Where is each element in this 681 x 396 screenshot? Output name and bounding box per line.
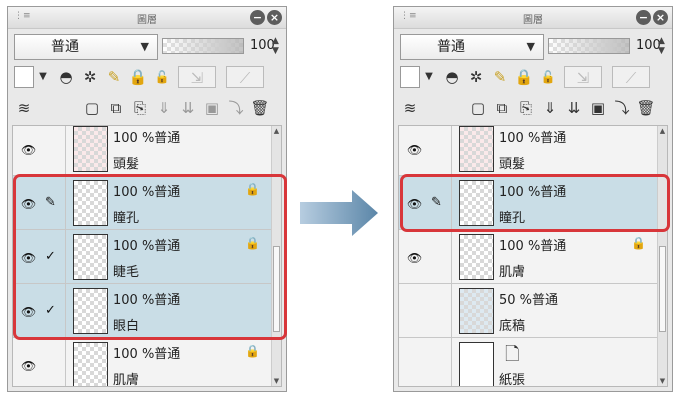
layer-name: 頭髮 bbox=[113, 157, 140, 172]
merge-down-icon[interactable]: ⇊ bbox=[564, 97, 584, 119]
opacity-slider[interactable] bbox=[162, 38, 244, 54]
layer-info: 100 %普通 bbox=[113, 131, 181, 146]
scrollbar[interactable]: ▲ ▼ bbox=[657, 126, 667, 386]
scrollbar-thumb[interactable] bbox=[659, 246, 666, 332]
lock-layer-icon[interactable]: 🔒 bbox=[514, 66, 534, 88]
arrow-right-icon bbox=[300, 190, 378, 236]
lock-icon: 🔒 bbox=[631, 236, 646, 250]
selection-highlight-before bbox=[13, 174, 287, 340]
minimize-icon[interactable]: − bbox=[250, 10, 265, 25]
scroll-up-icon[interactable]: ▲ bbox=[658, 126, 667, 136]
mask-enable-icon[interactable]: ⇲ bbox=[178, 66, 216, 88]
layer-row[interactable]: 50 %普通 底稿 bbox=[399, 284, 658, 338]
blend-mode-select[interactable]: 普通 ▼ bbox=[14, 34, 158, 60]
scroll-up-icon[interactable]: ▲ bbox=[272, 126, 281, 136]
visibility-eye-icon[interactable]: 👁 bbox=[407, 251, 422, 265]
panel-titlebar: ⋮≡ 圖層 − × bbox=[394, 7, 672, 29]
scroll-down-icon[interactable]: ▼ bbox=[658, 376, 667, 386]
layer-name: 紙張 bbox=[499, 373, 526, 387]
opacity-spinner-icon[interactable]: ▲ ▼ bbox=[272, 36, 279, 56]
lock-transparency-icon[interactable]: 🔓 bbox=[152, 66, 172, 88]
layer-name: 頭髮 bbox=[499, 157, 526, 172]
mask-icon[interactable]: ▣ bbox=[202, 97, 222, 119]
chevron-down-icon[interactable]: ▼ bbox=[36, 66, 50, 88]
scroll-down-icon[interactable]: ▼ bbox=[272, 376, 281, 386]
draft-layer-icon[interactable]: ✎ bbox=[104, 66, 124, 88]
layer-row[interactable]: 🗋 紙張 bbox=[399, 338, 658, 387]
new-vector-layer-icon[interactable]: ⧉ bbox=[492, 97, 512, 119]
panel-title: 圖層 bbox=[523, 15, 543, 26]
layer-row[interactable]: 👁 100 %普通 頭髮 bbox=[13, 126, 272, 176]
new-raster-layer-icon[interactable]: ▢ bbox=[468, 97, 488, 119]
blend-mode-value: 普通 bbox=[51, 39, 79, 55]
layer-row[interactable]: 👁 100 %普通 肌膚 🔒 bbox=[13, 338, 272, 387]
close-icon[interactable]: × bbox=[653, 10, 668, 25]
mask-icon[interactable]: ▣ bbox=[588, 97, 608, 119]
layer-name: 肌膚 bbox=[113, 373, 140, 387]
chevron-down-icon[interactable]: ▼ bbox=[422, 66, 436, 88]
apply-mask-icon[interactable]: ⤵ bbox=[612, 97, 632, 119]
lock-transparency-icon[interactable]: 🔓 bbox=[538, 66, 558, 88]
layer-color-swatch[interactable] bbox=[400, 66, 420, 88]
clip-layer-icon[interactable]: ◓ bbox=[56, 66, 76, 88]
minimize-icon[interactable]: − bbox=[636, 10, 651, 25]
close-icon[interactable]: × bbox=[267, 10, 282, 25]
clip-layer-icon[interactable]: ◓ bbox=[442, 66, 462, 88]
paper-icon: 🗋 bbox=[505, 344, 520, 365]
layer-list[interactable]: 👁 100 %普通 頭髮 👁 ✎ 100 %普通 瞳孔 👁 100 %普通 肌膚… bbox=[398, 125, 668, 387]
blend-mode-value: 普通 bbox=[437, 39, 465, 55]
lock-layer-icon[interactable]: 🔒 bbox=[128, 66, 148, 88]
draft-layer-icon[interactable]: ✎ bbox=[490, 66, 510, 88]
chevron-down-icon: ▼ bbox=[140, 40, 149, 53]
trash-icon[interactable]: 🗑 bbox=[250, 97, 270, 119]
blend-mode-select[interactable]: 普通 ▼ bbox=[400, 34, 544, 60]
layer-color-swatch[interactable] bbox=[14, 66, 34, 88]
chevron-down-icon: ▼ bbox=[526, 40, 535, 53]
layer-name: 底稿 bbox=[499, 319, 526, 334]
mask-enable-icon[interactable]: ⇲ bbox=[564, 66, 602, 88]
transfer-down-icon[interactable]: ⇓ bbox=[154, 97, 174, 119]
new-raster-layer-icon[interactable]: ▢ bbox=[82, 97, 102, 119]
reference-layer-icon[interactable]: ✲ bbox=[466, 66, 486, 88]
layer-info: 100 %普通 bbox=[499, 131, 567, 146]
layer-info: 100 %普通 bbox=[113, 347, 181, 362]
mask-ruler-icon[interactable]: ⟋ bbox=[226, 66, 264, 88]
layer-info: 50 %普通 bbox=[499, 293, 559, 308]
layer-stack-icon[interactable]: ≋ bbox=[400, 97, 420, 119]
layer-name: 肌膚 bbox=[499, 265, 526, 280]
visibility-eye-icon[interactable]: 👁 bbox=[21, 359, 36, 373]
layer-thumbnail bbox=[459, 342, 494, 386]
layer-info: 100 %普通 bbox=[499, 239, 567, 254]
layer-thumbnail bbox=[459, 288, 494, 334]
visibility-eye-icon[interactable]: 👁 bbox=[407, 143, 422, 157]
mask-ruler-icon[interactable]: ⟋ bbox=[612, 66, 650, 88]
trash-icon[interactable]: 🗑 bbox=[636, 97, 656, 119]
new-folder-icon[interactable]: ⎘ bbox=[516, 97, 536, 119]
transfer-down-icon[interactable]: ⇓ bbox=[540, 97, 560, 119]
layer-thumbnail bbox=[459, 234, 494, 280]
panel-title: 圖層 bbox=[137, 15, 157, 26]
layer-thumbnail bbox=[73, 342, 108, 386]
lock-icon: 🔒 bbox=[245, 344, 260, 358]
layer-thumbnail bbox=[459, 126, 494, 172]
opacity-slider[interactable] bbox=[548, 38, 630, 54]
layer-row[interactable]: 👁 100 %普通 肌膚 🔒 bbox=[399, 230, 658, 284]
new-folder-icon[interactable]: ⎘ bbox=[130, 97, 150, 119]
reference-layer-icon[interactable]: ✲ bbox=[80, 66, 100, 88]
opacity-spinner-icon[interactable]: ▲ ▼ bbox=[658, 36, 665, 56]
panel-titlebar: ⋮≡ 圖層 − × bbox=[8, 7, 286, 29]
apply-mask-icon[interactable]: ⤵ bbox=[226, 97, 246, 119]
layer-row[interactable]: 👁 100 %普通 頭髮 bbox=[399, 126, 658, 176]
selection-highlight-after bbox=[400, 174, 670, 232]
new-vector-layer-icon[interactable]: ⧉ bbox=[106, 97, 126, 119]
merge-down-icon[interactable]: ⇊ bbox=[178, 97, 198, 119]
visibility-eye-icon[interactable]: 👁 bbox=[21, 143, 36, 157]
layer-thumbnail bbox=[73, 126, 108, 172]
layer-stack-icon[interactable]: ≋ bbox=[14, 97, 34, 119]
